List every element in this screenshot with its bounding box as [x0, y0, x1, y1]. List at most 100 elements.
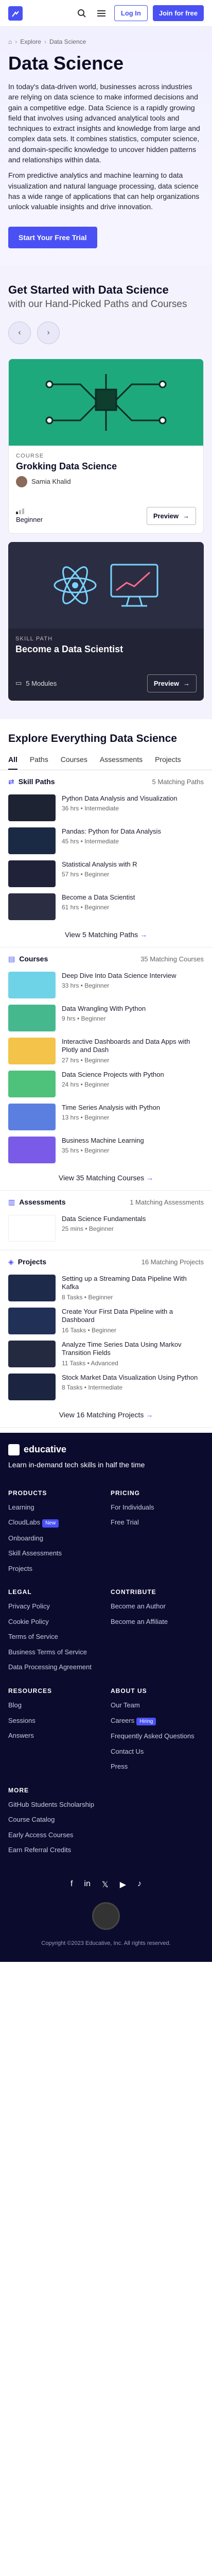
view-more-courses-button[interactable]: View 35 Matching Courses →: [8, 1166, 204, 1185]
section-count: 35 Matching Courses: [140, 955, 204, 963]
list-item[interactable]: Data Science Fundamentals 25 mins • Begin…: [8, 1212, 204, 1245]
footer-link[interactable]: Privacy Policy: [8, 1602, 101, 1611]
section-count: 5 Matching Paths: [152, 777, 204, 786]
footer-link[interactable]: For Individuals: [111, 1503, 204, 1512]
footer-link[interactable]: Press: [111, 1762, 204, 1771]
footer-link[interactable]: Free Trial: [111, 1518, 204, 1527]
thumbnail: [8, 1037, 56, 1064]
breadcrumb: ⌂ › Explore › Data Science: [8, 38, 204, 45]
new-badge: New: [42, 1519, 59, 1528]
course-illustration: [9, 359, 203, 446]
thumbnail: [8, 1103, 56, 1130]
hero-paragraph-1: In today's data-driven world, businesses…: [8, 82, 200, 164]
path-preview-button[interactable]: Preview →: [147, 674, 197, 692]
get-started-subtitle: with our Hand-Picked Paths and Courses: [8, 298, 187, 310]
footer-link-cloudlabs[interactable]: CloudLabs New: [8, 1518, 101, 1528]
list-item[interactable]: Become a Data Scientist 61 hrs • Beginner: [8, 890, 204, 923]
list-item[interactable]: Create Your First Data Pipeline with a D…: [8, 1304, 204, 1337]
view-more-label: View 16 Matching Projects: [59, 1410, 144, 1419]
facebook-icon[interactable]: f: [70, 1879, 73, 1890]
breadcrumb-explore[interactable]: Explore: [20, 38, 41, 45]
educative-logo[interactable]: [8, 6, 23, 21]
footer-link-label: Careers: [111, 1716, 135, 1724]
footer-contribute: CONTRIBUTE Become an Author Become an Af…: [111, 1588, 204, 1678]
view-more-projects-button[interactable]: View 16 Matching Projects →: [8, 1403, 204, 1422]
item-meta: 45 hrs • Intermediate: [62, 838, 119, 845]
list-item[interactable]: Business Machine Learning 35 hrs • Beginn…: [8, 1133, 204, 1166]
certification-seal: [92, 1902, 120, 1930]
list-item[interactable]: Data Wrangling With Python 9 hrs • Beginn…: [8, 1002, 204, 1035]
footer-link[interactable]: Business Terms of Service: [8, 1648, 101, 1657]
breadcrumb-separator-icon: ›: [44, 38, 46, 45]
footer-link[interactable]: Learning: [8, 1503, 101, 1512]
footer-brand[interactable]: educative: [8, 1444, 204, 1455]
carousel-prev-icon[interactable]: ‹: [8, 321, 31, 344]
list-item[interactable]: Pandas: Python for Data Analysis 45 hrs •…: [8, 824, 204, 857]
tab-paths[interactable]: Paths: [30, 755, 48, 770]
thumbnail: [8, 794, 56, 821]
footer-link[interactable]: Answers: [8, 1731, 101, 1740]
footer-link[interactable]: Contact Us: [111, 1747, 204, 1756]
course-preview-button[interactable]: Preview →: [146, 506, 196, 525]
item-meta: 16 Tasks • Beginner: [62, 1327, 117, 1334]
linkedin-icon[interactable]: in: [84, 1879, 90, 1890]
footer: educative Learn in-demand tech skills in…: [0, 1432, 212, 1962]
tab-all[interactable]: All: [8, 755, 17, 770]
footer-link[interactable]: Earn Referral Credits: [8, 1845, 101, 1855]
youtube-icon[interactable]: ▶: [120, 1879, 126, 1890]
search-icon[interactable]: [74, 6, 90, 21]
list-item[interactable]: Interactive Dashboards and Data Apps wit…: [8, 1035, 204, 1067]
list-item[interactable]: Data Science Projects with Python 24 hrs …: [8, 1067, 204, 1100]
path-card[interactable]: SKILL PATH Become a Data Scientist ▭ 5 M…: [8, 541, 204, 701]
view-more-paths-button[interactable]: View 5 Matching Paths →: [8, 923, 204, 942]
educative-logo: [8, 1444, 20, 1455]
tab-assessments[interactable]: Assessments: [100, 755, 143, 770]
project-icon: ◈: [8, 1257, 14, 1266]
footer-link[interactable]: Terms of Service: [8, 1632, 101, 1641]
signup-button[interactable]: Join for free: [152, 5, 204, 21]
item-meta: 36 hrs • Intermediate: [62, 805, 119, 812]
list-item[interactable]: Analyze Time Series Data Using Markov Tr…: [8, 1337, 204, 1370]
list-item[interactable]: Python Data Analysis and Visualization 36…: [8, 791, 204, 824]
footer-link[interactable]: Become an Author: [111, 1602, 204, 1611]
footer-link[interactable]: Onboarding: [8, 1534, 101, 1543]
list-item[interactable]: Setting up a Streaming Data Pipeline Wit…: [8, 1272, 204, 1304]
footer-link[interactable]: Cookie Policy: [8, 1617, 101, 1626]
footer-link[interactable]: Blog: [8, 1701, 101, 1710]
tab-courses[interactable]: Courses: [61, 755, 87, 770]
course-card[interactable]: COURSE Grokking Data Science Samia Khali…: [8, 358, 204, 534]
list-item[interactable]: Time Series Analysis with Python 13 hrs •…: [8, 1100, 204, 1133]
free-trial-button[interactable]: Start Your Free Trial: [8, 226, 97, 248]
login-button[interactable]: Log In: [114, 5, 148, 21]
menu-icon[interactable]: [94, 6, 109, 21]
footer-link[interactable]: Projects: [8, 1564, 101, 1573]
thumbnail: [8, 827, 56, 854]
list-item[interactable]: Statistical Analysis with R 57 hrs • Begi…: [8, 857, 204, 890]
modules-label: 5 Modules: [26, 679, 57, 687]
item-meta: 57 hrs • Beginner: [62, 871, 110, 878]
footer-link[interactable]: Frequently Asked Questions: [111, 1732, 204, 1741]
list-item[interactable]: Stock Market Data Visualization Using Py…: [8, 1370, 204, 1403]
footer-link[interactable]: Sessions: [8, 1716, 101, 1725]
footer-link[interactable]: Early Access Courses: [8, 1831, 101, 1840]
footer-link[interactable]: Course Catalog: [8, 1815, 101, 1824]
footer-heading: PRODUCTS: [8, 1489, 47, 1497]
footer-link[interactable]: Our Team: [111, 1701, 204, 1710]
hero: ⌂ › Explore › Data Science Data Science …: [0, 27, 212, 265]
footer-link[interactable]: Data Processing Agreement: [8, 1663, 101, 1672]
footer-link[interactable]: GitHub Students Scholarship: [8, 1800, 101, 1809]
twitter-icon[interactable]: 𝕏: [102, 1879, 109, 1890]
home-icon[interactable]: ⌂: [8, 38, 12, 45]
footer-link[interactable]: Skill Assessments: [8, 1549, 101, 1558]
tiktok-icon[interactable]: ♪: [137, 1879, 142, 1890]
footer-link-careers[interactable]: Careers Hiring: [111, 1716, 204, 1726]
footer-link[interactable]: Become an Affiliate: [111, 1617, 204, 1626]
get-started-title: Get Started with Data Science: [8, 283, 169, 296]
course-level: Beginner: [16, 508, 43, 523]
carousel-next-icon[interactable]: ›: [37, 321, 60, 344]
item-meta: 9 hrs • Beginner: [62, 1015, 106, 1023]
footer-heading: MORE: [8, 1786, 29, 1794]
tab-projects[interactable]: Projects: [155, 755, 181, 770]
list-item[interactable]: Deep Dive Into Data Science Interview 33 …: [8, 969, 204, 1002]
section-count: 16 Matching Projects: [141, 1258, 204, 1266]
